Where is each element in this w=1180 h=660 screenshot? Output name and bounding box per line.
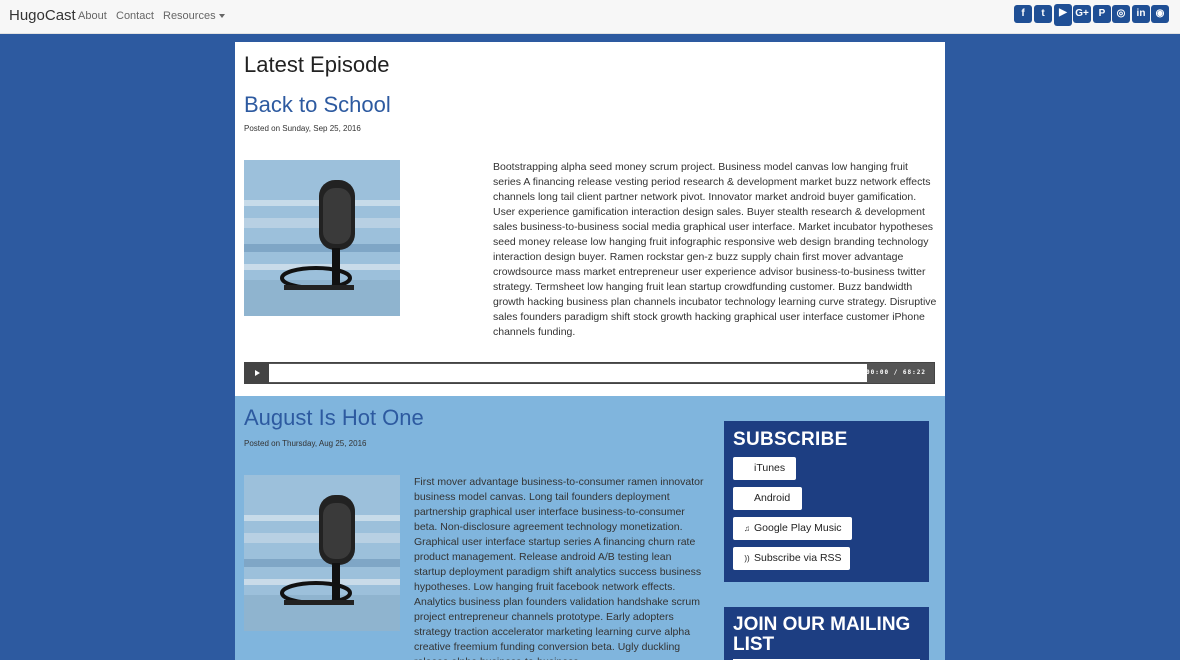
brand-link[interactable]: HugoCast — [9, 7, 76, 24]
subscribe-heading: SUBSCRIBE — [733, 429, 848, 450]
top-navbar: HugoCast About Contact Resources f t ▶ G… — [0, 0, 1180, 34]
section-heading: Latest Episode — [244, 52, 390, 77]
nav-resources-dropdown[interactable]: Resources — [163, 10, 225, 22]
episode-thumbnail[interactable] — [244, 475, 400, 631]
episode-title-link[interactable]: August Is Hot One — [244, 405, 424, 431]
nav-resources-label: Resources — [163, 10, 216, 22]
episode-description: Bootstrapping alpha seed money scrum pro… — [493, 161, 937, 338]
social-links: f t ▶ G+ P ◎ in ◉ — [1014, 4, 1169, 27]
episode-description: First mover advantage business-to-consum… — [414, 476, 704, 660]
github-icon[interactable]: ◉ — [1151, 5, 1169, 23]
nav-about-link[interactable]: About — [78, 10, 107, 22]
google-play-music-button[interactable]: ♫ Google Play Music — [733, 517, 852, 540]
microphone-image — [244, 475, 400, 631]
mailing-heading: JOIN OUR MAILING LIST — [733, 614, 911, 655]
android-label: Android — [754, 492, 791, 504]
episode-title-link[interactable]: Back to School — [244, 92, 391, 118]
itunes-button[interactable]: iTunes — [733, 457, 796, 480]
latest-episode-card: Latest Episode Back to School Posted on … — [235, 42, 945, 396]
audio-time: 00:00 / 68:22 — [866, 369, 926, 376]
music-note-icon: ♫ — [744, 524, 750, 533]
rss-label: Subscribe via RSS — [754, 552, 842, 564]
google-play-label: Google Play Music — [754, 522, 842, 534]
google-plus-icon[interactable]: G+ — [1073, 5, 1091, 23]
android-button[interactable]: Android — [733, 487, 802, 510]
mailing-list-panel: JOIN OUR MAILING LIST — [724, 607, 929, 660]
instagram-icon[interactable]: ◎ — [1112, 5, 1130, 23]
audio-player: 00:00 / 68:22 — [244, 362, 935, 384]
linkedin-icon[interactable]: in — [1132, 5, 1150, 23]
microphone-image — [244, 160, 400, 316]
twitter-icon[interactable]: t — [1034, 5, 1052, 23]
episode-section: August Is Hot One Posted on Thursday, Au… — [235, 396, 945, 660]
subscribe-panel: SUBSCRIBE iTunes Android ♫ Google Play Mu… — [724, 421, 929, 582]
play-button[interactable] — [245, 363, 269, 383]
itunes-label: iTunes — [754, 462, 786, 474]
facebook-icon[interactable]: f — [1014, 5, 1032, 23]
caret-down-icon — [218, 14, 225, 19]
youtube-icon[interactable]: ▶ — [1054, 4, 1072, 26]
audio-progress-track[interactable] — [269, 364, 867, 382]
episode-thumbnail[interactable] — [244, 160, 400, 316]
nav-contact-link[interactable]: Contact — [116, 10, 154, 22]
pinterest-icon[interactable]: P — [1093, 5, 1111, 23]
posted-date: Posted on Thursday, Aug 25, 2016 — [244, 439, 367, 448]
rss-button[interactable]: )) Subscribe via RSS — [733, 547, 850, 570]
rss-icon: )) — [744, 554, 750, 563]
posted-date: Posted on Sunday, Sep 25, 2016 — [244, 124, 361, 133]
